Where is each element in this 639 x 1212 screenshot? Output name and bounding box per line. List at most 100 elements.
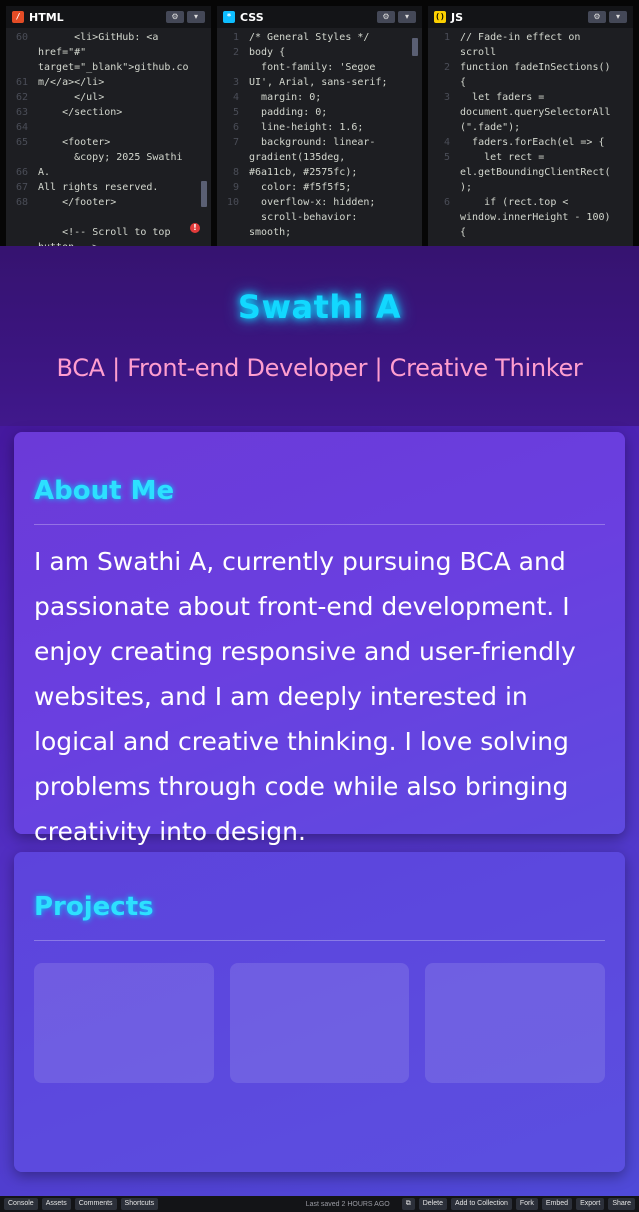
code-line: faders.forEach(el => {: [460, 137, 605, 148]
line-number: 2: [443, 62, 450, 73]
hero-header: Swathi A BCA | Front-end Developer | Cre…: [0, 246, 639, 426]
export-button[interactable]: Export: [576, 1198, 605, 1210]
code-line: scroll: [460, 47, 497, 58]
line-number: 4: [443, 137, 450, 148]
line-number: [428, 165, 450, 180]
code-line: <!-- Scroll to top: [38, 227, 171, 238]
divider: [34, 940, 605, 941]
line-number: 60: [15, 32, 28, 43]
js-icon: (): [434, 11, 446, 23]
code-line: </ul>: [38, 92, 105, 103]
fork-button[interactable]: Fork: [515, 1198, 538, 1210]
error-icon[interactable]: !: [190, 223, 200, 233]
code-line: body {: [249, 47, 286, 58]
code-line: margin: 0;: [249, 92, 322, 103]
css-code-area[interactable]: 1 2 3 4 5 6 7 8 9 10 /* General Styles */ body { f…: [217, 28, 422, 246]
share-button[interactable]: Share: [608, 1198, 635, 1210]
line-number-gutter: 60 61 62 63 64 65 66 67 68: [6, 30, 32, 246]
line-number: 66: [15, 167, 28, 178]
save-status: Last saved 2 HOURS AGO: [305, 1200, 390, 1208]
line-number: [217, 60, 239, 75]
line-number: [428, 120, 450, 135]
line-number: 61: [15, 77, 28, 88]
line-number: [428, 75, 450, 90]
css-editor-header: * CSS ⚙ ▾: [217, 6, 422, 28]
line-number: [217, 150, 239, 165]
assets-button[interactable]: Assets: [41, 1198, 71, 1210]
css-scrollbar[interactable]: [412, 38, 418, 56]
js-code-area[interactable]: 1 2 3 4 5 6 // Fade-in effect on scroll functio…: [428, 28, 633, 246]
chevron-down-icon[interactable]: ▾: [609, 11, 627, 23]
code-line: line-height: 1.6;: [249, 122, 364, 133]
console-button[interactable]: Console: [4, 1198, 38, 1210]
live-preview[interactable]: Swathi A BCA | Front-end Developer | Cre…: [0, 246, 639, 1196]
line-number: [428, 180, 450, 195]
code-line: UI', Arial, sans-serif;: [249, 77, 388, 88]
line-number: 5: [443, 152, 450, 163]
html-scrollbar[interactable]: [201, 181, 207, 207]
code-line: let rect =: [460, 152, 545, 163]
code-line: );: [460, 182, 473, 193]
line-number: 63: [15, 107, 28, 118]
code-line: <li>GitHub: <a: [38, 32, 159, 43]
code-line: overflow-x: hidden;: [249, 197, 376, 208]
html-editor-header: / HTML ⚙ ▾: [6, 6, 211, 28]
code-line: href="#": [38, 47, 87, 58]
code-line: #6a11cb, #2575fc);: [249, 167, 358, 178]
line-number: 3: [443, 92, 450, 103]
settings-gear-icon[interactable]: ⚙: [166, 11, 184, 23]
code-line: background: linear-: [249, 137, 376, 148]
shortcuts-button[interactable]: Shortcuts: [120, 1198, 159, 1210]
code-line: {: [460, 227, 467, 238]
code-line: if (rect.top <: [460, 197, 569, 208]
project-card[interactable]: [425, 963, 606, 1083]
tagline: BCA | Front-end Developer | Creative Thi…: [56, 354, 583, 382]
line-number: 4: [232, 92, 239, 103]
line-number: [428, 225, 450, 240]
line-number: [428, 105, 450, 120]
settings-gear-icon[interactable]: ⚙: [588, 11, 606, 23]
external-link-icon[interactable]: ⧉: [401, 1198, 415, 1210]
code-line: gradient(135deg,: [249, 152, 346, 163]
line-number: 2: [232, 47, 239, 58]
projects-section: Projects: [14, 852, 625, 1172]
embed-button[interactable]: Embed: [541, 1198, 573, 1210]
css-editor-pane: * CSS ⚙ ▾ 1 2 3 4 5 6 7 8 9 10 /* General Styles …: [217, 6, 422, 246]
css-editor-title: CSS: [240, 10, 264, 24]
code-line: font-family: 'Segoe: [249, 62, 376, 73]
add-to-collection-button[interactable]: Add to Collection: [450, 1198, 512, 1210]
js-editor-title: JS: [451, 10, 464, 24]
projects-grid: [34, 963, 606, 1083]
line-number: [6, 45, 28, 60]
code-line: padding: 0;: [249, 107, 328, 118]
js-code-lines[interactable]: // Fade-in effect on scroll function fadeI…: [454, 30, 633, 246]
code-line: // Fade-in effect on: [460, 32, 581, 43]
line-number: [217, 225, 239, 240]
line-number: 1: [443, 32, 450, 43]
code-line: </section>: [38, 107, 123, 118]
project-card[interactable]: [229, 963, 410, 1083]
code-line: (".fade");: [460, 122, 521, 133]
chevron-down-icon[interactable]: ▾: [187, 11, 205, 23]
settings-gear-icon[interactable]: ⚙: [377, 11, 395, 23]
project-card[interactable]: [34, 963, 214, 1083]
css-icon: *: [223, 11, 235, 23]
comments-button[interactable]: Comments: [74, 1198, 117, 1210]
code-line: <footer>: [38, 137, 111, 148]
chevron-down-icon[interactable]: ▾: [398, 11, 416, 23]
code-line: m/</a></li>: [38, 77, 105, 88]
code-line: scroll-behavior:: [249, 212, 358, 223]
delete-button[interactable]: Delete: [418, 1198, 447, 1210]
html-code-lines[interactable]: <li>GitHub: <a href="#" target="_blank">gi…: [32, 30, 211, 246]
line-number: [6, 60, 28, 75]
css-code-lines[interactable]: /* General Styles */ body { font-family: …: [243, 30, 422, 246]
code-line: /* General Styles */: [249, 32, 370, 43]
line-number-gutter: 1 2 3 4 5 6: [428, 30, 454, 246]
line-number: 64: [15, 122, 28, 133]
code-line: window.innerHeight - 100): [460, 212, 611, 223]
html-code-area[interactable]: 60 61 62 63 64 65 66 67 68 <li>GitHub: <a href="#…: [6, 28, 211, 246]
code-line: &copy; 2025 Swathi A.: [38, 152, 189, 178]
line-number: 10: [226, 197, 239, 208]
line-number: 3: [232, 77, 239, 88]
